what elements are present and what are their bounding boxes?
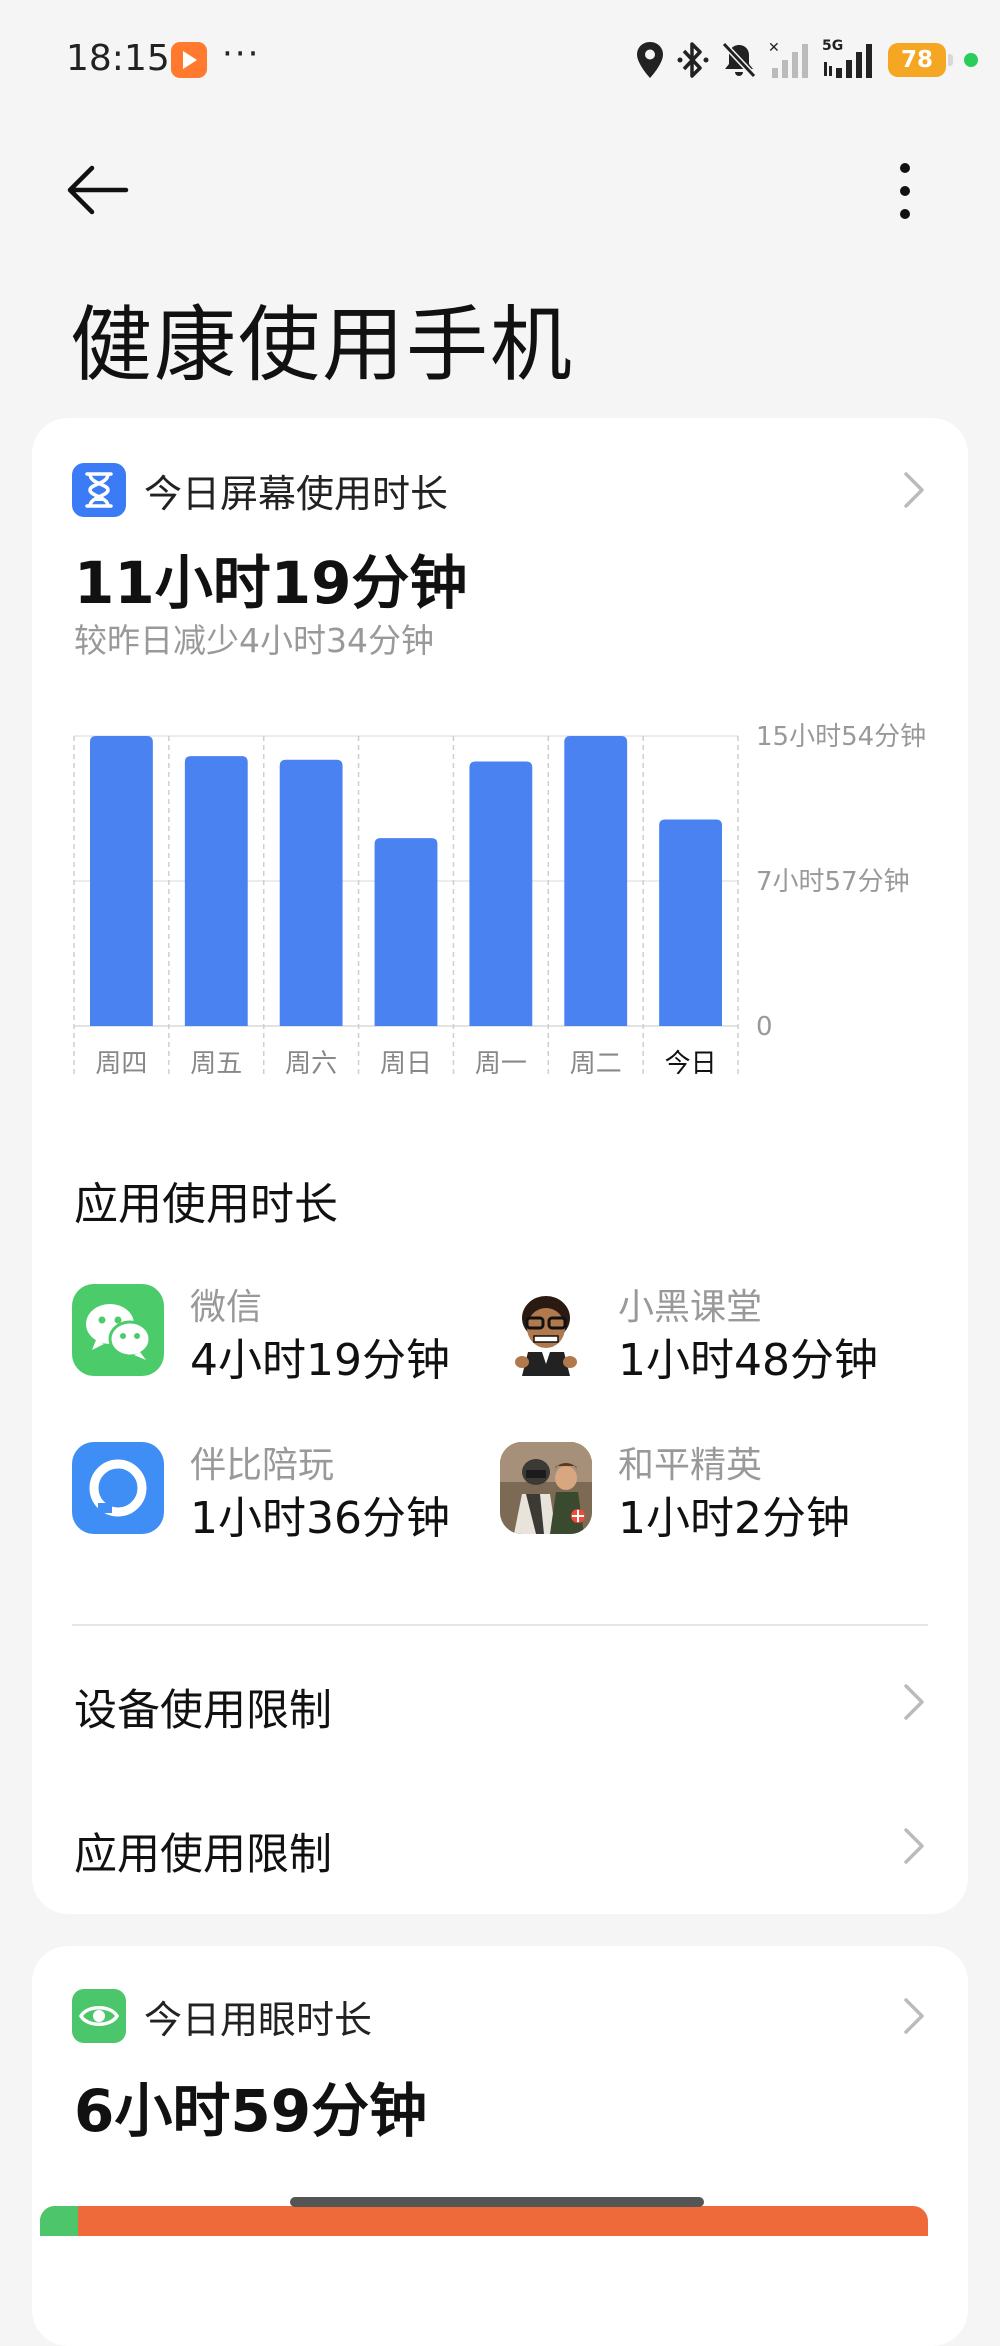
device-usage-limit-label: 设备使用限制 [74,1686,332,1736]
chart-bar [184,756,248,1026]
page-title: 健康使用手机 [70,298,575,393]
app-time: 1小时36分钟 [190,1493,450,1544]
chart-x-label: 周六 [285,1049,337,1079]
chart-bar [564,736,628,1026]
chart-bar [659,819,722,1026]
status-time: 18:15 [66,38,170,79]
app-name: 小黑课堂 [618,1287,763,1328]
status-icons: ✕ 5G 78 [634,30,978,90]
app-time: 1小时48分钟 [618,1335,878,1386]
signal-icon: ✕ [768,40,808,78]
usage-bar-chart: 周四 周五 周六 周日 周一 周二 今日 15小时54分钟 7小时57分钟 0 [73,722,926,1079]
charging-indicator [964,53,978,67]
chart-x-label: 今日 [665,1049,717,1079]
app-name: 和平精英 [618,1445,763,1486]
chart-y-label: 15小时54分钟 [756,722,926,752]
eye-time-bar-segment [40,2206,78,2236]
chart-y-label: 7小时57分钟 [756,867,910,897]
svg-text:✕: ✕ [768,40,780,56]
app-item-wechat[interactable]: 微信 4小时19分钟 [72,1278,492,1386]
top-app-bar [0,140,1000,240]
eye-time-card: 今日用眼时长 6小时59分钟 [32,1946,968,2346]
chart-x-label: 周日 [380,1049,432,1079]
back-button[interactable] [62,160,142,220]
chart-x-label: 周一 [475,1049,527,1079]
app-name: 微信 [190,1287,263,1328]
chart-x-label: 周二 [570,1049,622,1079]
home-indicator[interactable] [290,2197,704,2207]
xiaohei-ketang-icon [500,1284,592,1376]
chart-x-label: 周四 [95,1049,147,1079]
back-arrow-icon [67,165,129,215]
more-vertical-icon [900,163,910,219]
app-time: 1小时2分钟 [618,1493,850,1544]
chart-bar [374,838,438,1026]
bluetooth-icon [677,42,709,78]
app-name: 伴比陪玩 [190,1445,335,1486]
eye-time-header[interactable]: 今日用眼时长 [72,1988,928,2044]
chart-x-label: 周五 [190,1049,242,1079]
banbi-peiwan-icon [72,1442,164,1534]
more-options-button[interactable] [880,156,930,226]
screen-time-card: 今日屏幕使用时长 11小时19分钟 较昨日减少4小时34分钟 周四 周五 周六 周日周… [32,418,968,1914]
signal-5g-icon: 5G [822,38,878,80]
app-item-peace-elite[interactable]: 和平精英 1小时2分钟 [500,1436,920,1544]
eye-time-total: 6小时59分钟 [74,2077,428,2145]
app-item-xiaohei-ketang[interactable]: 小黑课堂 1小时48分钟 [500,1278,920,1386]
chevron-right-icon [904,1684,924,1720]
status-more-icon: ··· [222,34,261,74]
app-usage-limit-label: 应用使用限制 [74,1830,332,1880]
app-item-banbi-peiwan[interactable]: 伴比陪玩 1小时36分钟 [72,1436,492,1544]
device-usage-limit-row[interactable]: 设备使用限制 [72,1646,928,1756]
chevron-right-icon [904,1998,924,2034]
eye-time-bar [40,2206,928,2236]
chart-bar [469,761,533,1026]
peace-elite-icon [500,1442,592,1534]
eye-time-header-label: 今日用眼时长 [144,1997,373,2042]
status-bar: 18:15 ··· ✕ 5G 78 [0,0,1000,120]
wechat-icon [72,1284,164,1376]
video-app-notification-icon [171,42,207,78]
battery-level: 78 [900,47,933,73]
chart-y-label: 0 [756,1012,773,1042]
chart-bar [90,736,153,1026]
location-icon [637,42,663,78]
app-usage-title: 应用使用时长 [74,1179,338,1230]
chart-bar [279,759,343,1026]
app-time: 4小时19分钟 [190,1335,450,1386]
divider [72,1624,928,1626]
chevron-right-icon [904,1828,924,1864]
mute-icon [721,41,757,79]
battery-icon: 78 [888,43,953,77]
app-usage-limit-row[interactable]: 应用使用限制 [72,1790,928,1900]
eye-icon [72,1989,126,2043]
